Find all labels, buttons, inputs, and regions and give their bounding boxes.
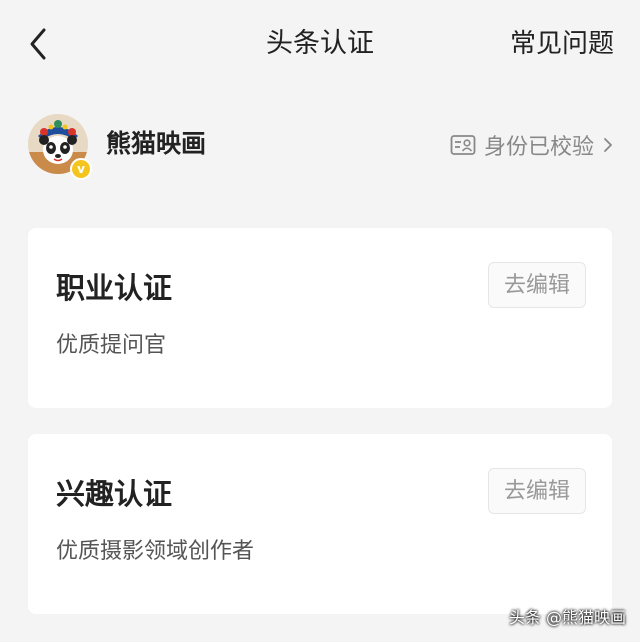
verify-status-text: 身份已校验 [483, 135, 594, 160]
profile-row: v 熊猫映画 身份已校验 [0, 110, 640, 182]
card-description: 优质摄影领域创作者 [56, 539, 255, 564]
verified-badge: v [70, 158, 92, 180]
top-nav-bar: 头条认证 常见问题 [0, 0, 640, 90]
professional-cert-card: 职业认证 去编辑 优质提问官 [28, 228, 612, 408]
faq-link[interactable]: 常见问题 [510, 24, 614, 64]
card-title: 兴趣认证 [56, 477, 173, 511]
watermark-text: 头条 @熊猫映画 [508, 608, 626, 627]
card-title: 职业认证 [56, 271, 173, 305]
chevron-right-icon [602, 135, 614, 155]
card-description: 优质提问官 [56, 333, 167, 358]
identity-verified-link[interactable]: 身份已校验 [450, 128, 614, 162]
id-card-icon [450, 134, 476, 156]
edit-button[interactable]: 去编辑 [488, 468, 586, 514]
edit-button[interactable]: 去编辑 [488, 262, 586, 308]
profile-name: 熊猫映画 [106, 129, 207, 158]
interest-cert-card: 兴趣认证 去编辑 优质摄影领域创作者 [28, 434, 612, 614]
